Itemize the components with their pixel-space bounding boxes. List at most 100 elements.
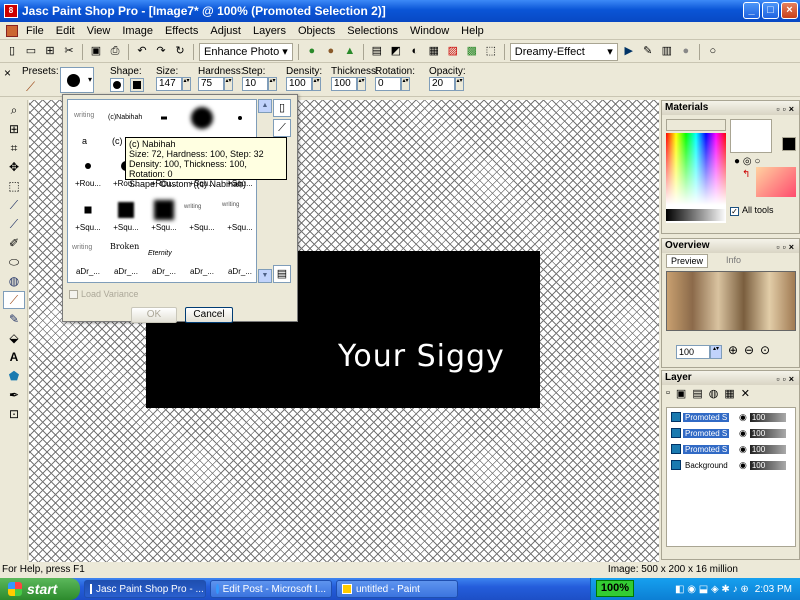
thickness-spinner[interactable]: ▴▾ xyxy=(357,77,366,91)
document-icon[interactable] xyxy=(6,24,18,37)
taskbar-item-paint[interactable]: untitled - Paint xyxy=(336,580,458,598)
script-window-icon[interactable]: ▥ xyxy=(659,44,675,60)
opacity-spinner[interactable]: ▴▾ xyxy=(455,77,464,91)
brush-cell[interactable]: writing +Squ... xyxy=(184,192,220,232)
layer-palette-icon[interactable]: ● xyxy=(323,44,339,60)
layer-opacity[interactable]: 100 xyxy=(749,428,786,438)
record-icon[interactable]: ● xyxy=(678,44,694,60)
cancel-button[interactable]: Cancel xyxy=(185,307,233,323)
scratch-remover-icon[interactable]: ◍ xyxy=(3,272,25,290)
image-icon[interactable]: ▩ xyxy=(464,44,480,60)
size-spinner[interactable]: ▴▾ xyxy=(182,77,191,91)
tab-info[interactable]: Info xyxy=(722,254,745,268)
palette-controls[interactable]: ▫▫× xyxy=(776,372,797,386)
preset-shape-tool-icon[interactable]: ⬟ xyxy=(3,367,25,385)
layer-opacity[interactable]: 100 xyxy=(749,412,786,422)
text-tool-icon[interactable]: A xyxy=(3,348,25,366)
brightness-icon[interactable]: ◐ xyxy=(407,44,423,60)
browse-icon[interactable]: ⊞ xyxy=(42,44,58,60)
swap-colors-icon[interactable]: ↰ xyxy=(742,169,750,180)
options-close-icon[interactable]: × xyxy=(4,66,11,80)
hue-icon[interactable]: ▨ xyxy=(445,44,461,60)
layer-item[interactable]: Promoted S xyxy=(671,410,735,424)
repeat-icon[interactable]: ↻ xyxy=(172,44,188,60)
eraser-tool-icon[interactable]: ✎ xyxy=(3,310,25,328)
selection-tool-icon[interactable]: ⬚ xyxy=(3,177,25,195)
brush-cell[interactable]: Broken aDr_... xyxy=(108,236,144,276)
eye-icon[interactable]: ◉ xyxy=(739,412,747,423)
enhance-photo-dropdown[interactable]: Enhance Photo ▾ xyxy=(199,42,293,61)
mask-icon[interactable]: ▦ xyxy=(724,387,734,403)
close-button[interactable]: × xyxy=(781,2,798,19)
eye-icon[interactable]: ◉ xyxy=(739,428,747,439)
threshold-icon[interactable]: ◩ xyxy=(388,44,404,60)
zoom-spinner[interactable]: ▴▾ xyxy=(710,345,722,359)
background-swatch[interactable] xyxy=(756,167,796,197)
taskbar-item-paintshop[interactable]: Jasc Paint Shop Pro - ... xyxy=(84,580,206,598)
brush-grid[interactable]: writing (c)Nabihah a (c) N +Rou... +Rou.… xyxy=(67,99,257,283)
dropper-tool-icon[interactable]: ⟋ xyxy=(3,196,25,214)
new-brush-icon[interactable]: ▯ xyxy=(273,99,291,117)
transform-icon[interactable]: ⬚ xyxy=(483,44,499,60)
layer-opacity[interactable]: 100 xyxy=(749,444,786,454)
replacer-tool-icon[interactable]: ⬭ xyxy=(3,253,25,271)
brush-cell[interactable]: +Rou... xyxy=(70,148,106,188)
menu-layers[interactable]: Layers xyxy=(247,25,292,37)
new-vector-layer-icon[interactable]: ▣ xyxy=(676,387,686,403)
brush-cell[interactable]: Eternity aDr_... xyxy=(146,236,182,276)
menu-objects[interactable]: Objects xyxy=(292,25,341,37)
zoom-in-icon[interactable]: ⊕ xyxy=(728,343,738,357)
duplicate-layer-icon[interactable]: ▤ xyxy=(692,387,702,403)
brush-cell[interactable]: writing +Squ... xyxy=(222,192,256,232)
brush-cell[interactable]: +Squ... xyxy=(108,192,144,232)
brush-cell[interactable] xyxy=(222,102,256,142)
clone-tool-icon[interactable]: ⟋ xyxy=(3,215,25,233)
grayscale-strip[interactable] xyxy=(666,209,726,221)
tray-icons[interactable]: ◧ ◉ ⬓ ◈ ✱ ♪ ⊕ xyxy=(675,584,749,595)
brush-cell[interactable] xyxy=(146,102,182,142)
brush-cell[interactable]: writing aDr_... xyxy=(70,236,106,276)
edit-script-icon[interactable]: ✎ xyxy=(640,44,656,60)
brush-cell[interactable]: aDr_... xyxy=(184,236,220,276)
opacity-input[interactable]: 20 xyxy=(429,77,455,91)
brush-cell[interactable]: +Squ... xyxy=(70,192,106,232)
menu-image[interactable]: Image xyxy=(116,25,159,37)
rotation-spinner[interactable]: ▴▾ xyxy=(401,77,410,91)
palette-controls[interactable]: ▫▫× xyxy=(776,240,797,254)
deform-tool-icon[interactable]: ⊞ xyxy=(3,120,25,138)
shape-round-button[interactable] xyxy=(110,78,124,92)
all-tools-checkbox[interactable]: ✓ xyxy=(730,207,739,216)
zoom-out-icon[interactable]: ⊖ xyxy=(744,343,754,357)
brush-cell[interactable]: aDr_... xyxy=(222,236,256,276)
object-selector-icon[interactable]: ⊡ xyxy=(3,405,25,423)
overview-preview-image[interactable] xyxy=(666,271,796,331)
foreground-swatch[interactable] xyxy=(730,119,772,153)
zoom-tool-icon[interactable]: ⌕ xyxy=(3,101,25,119)
print-icon[interactable]: ⎙ xyxy=(107,44,123,60)
ok-button[interactable]: OK xyxy=(131,307,177,323)
eye-icon[interactable]: ◉ xyxy=(739,460,747,471)
new-raster-layer-icon[interactable]: ▫ xyxy=(666,387,670,403)
menu-window[interactable]: Window xyxy=(404,25,455,37)
layer-opacity[interactable]: 100 xyxy=(749,460,786,470)
taskbar-item-ie[interactable]: Edit Post - Microsoft I... xyxy=(210,580,332,598)
zoom-actual-icon[interactable]: ⊙ xyxy=(760,343,770,357)
brush-tip-selector[interactable]: ▾ xyxy=(60,67,94,93)
hardness-spinner[interactable]: ▴▾ xyxy=(224,77,233,91)
brush-cell[interactable]: +Squ... xyxy=(146,192,182,232)
brush-cell[interactable] xyxy=(184,102,220,142)
histogram-icon[interactable]: ▤ xyxy=(369,44,385,60)
menu-help[interactable]: Help xyxy=(455,25,490,37)
style-buttons[interactable]: ● ◎ ○ xyxy=(734,156,760,167)
menu-file[interactable]: File xyxy=(20,25,50,37)
maximize-button[interactable]: □ xyxy=(762,2,779,19)
undo-icon[interactable]: ↶ xyxy=(134,44,150,60)
scissors-icon[interactable]: ✂ xyxy=(61,44,77,60)
layer-item[interactable]: Promoted S xyxy=(671,442,735,456)
delete-layer-icon[interactable]: ✕ xyxy=(741,387,750,403)
tab-preview[interactable]: Preview xyxy=(666,254,709,268)
shape-square-button[interactable] xyxy=(130,78,144,92)
palette-controls[interactable]: ▫▫× xyxy=(776,102,797,116)
palette-icon[interactable]: ● xyxy=(304,44,320,60)
script-select[interactable]: Dreamy-Effect ▾ xyxy=(509,42,618,61)
